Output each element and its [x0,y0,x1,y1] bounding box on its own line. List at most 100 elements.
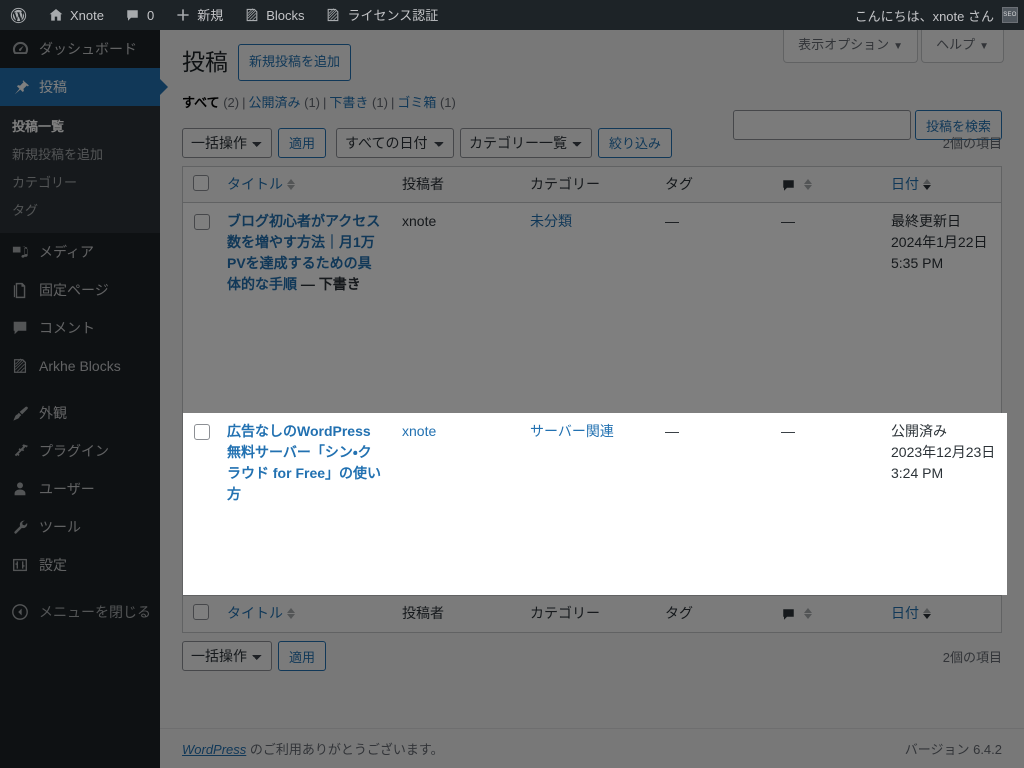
sidebar-item-label: プラグイン [39,443,109,459]
pages-icon [10,280,30,300]
category-link[interactable]: 未分類 [530,213,572,229]
apply-bulk-action-button-top[interactable]: 適用 [278,127,327,158]
adminbar-site-name[interactable]: Xnote [37,0,114,30]
adminbar-blocks[interactable]: Blocks [233,0,314,30]
row-checkbox[interactable] [194,214,210,231]
adminbar-spacer [448,0,854,30]
help-tab[interactable]: ヘルプ ▼ [921,30,1004,63]
column-label-author: 投稿者 [402,175,444,192]
post-state-badge: — 下書き [300,276,361,293]
post-date-time: 3:24 PM [891,486,944,503]
row-select-cell [183,203,217,414]
wordpress-link[interactable]: WordPress [182,742,246,757]
column-label-tags: タグ [665,175,693,192]
screen-options-tab[interactable]: 表示オプション ▼ [783,30,919,63]
column-label-date: 日付 [891,605,919,622]
select-all-checkbox-bottom[interactable] [193,604,209,621]
help-label: ヘルプ [936,37,976,52]
filter-link-draft[interactable]: 下書き [329,95,368,110]
sidebar-separator-bottom [0,584,160,593]
adminbar-wp-logo[interactable] [0,0,37,30]
column-footer-comments[interactable] [771,595,881,633]
adminbar-license[interactable]: ライセンス認証 [315,0,449,30]
sidebar-item-posts[interactable]: 投稿 [0,68,168,106]
column-footer-date[interactable]: 日付 [881,595,1001,633]
sidebar-collapse-menu-button[interactable]: メニューを閉じる [0,593,160,631]
row-title-cell: ブログ初心者がアクセス数を増やす方法｜月1万PVを達成するための具体的な手順 —… [217,203,392,414]
post-title-link[interactable]: 広告なしのWordPress無料サーバー「シン・クラウド for Free」の使… [227,423,381,502]
adminbar-comments[interactable]: 0 [114,0,164,30]
row-date-cell: 公開済み 2023年12月23日 3:24 PM [881,413,1001,596]
arkhe-blocks-icon [325,7,342,24]
sidebar-item-tools[interactable]: ツール [0,508,160,546]
sidebar-item-users[interactable]: ユーザー [0,470,160,508]
row-select-cell [183,413,217,596]
date-filter-select[interactable]: すべての日付 [336,127,455,158]
bulk-action-select-top[interactable]: 一括操作 [182,127,272,158]
sidebar-collapse-label: メニューを閉じる [39,604,151,620]
filter-link-trash[interactable]: ゴミ箱 [397,95,436,110]
column-header-categories: カテゴリー [520,166,655,204]
row-checkbox[interactable] [194,424,210,441]
sidebar-subitem-add-new-post[interactable]: 新規投稿を追加 [0,141,160,169]
select-all-header-bottom [183,595,217,633]
select-all-checkbox-top[interactable] [193,174,209,191]
category-link[interactable]: サーバー関連 [530,423,614,439]
tablenav-top: 一括操作 適用 すべての日付 カテゴリー一覧 絞り込み 2個の項目 [182,127,1002,158]
sidebar-item-appearance[interactable]: 外観 [0,394,160,432]
adminbar-site-label: Xnote [70,7,104,23]
appearance-brush-icon [10,403,30,423]
admin-footer: WordPress のご利用ありがとうございます。 バージョン 6.4.2 [160,728,1024,768]
adminbar-my-account[interactable]: こんにちは、xnote さん SEO [855,0,1024,30]
row-author-cell[interactable]: xnote [392,413,520,596]
column-footer-title[interactable]: タイトル [217,595,392,633]
column-header-tags: タグ [655,166,771,204]
sidebar-item-media[interactable]: メディア [0,233,160,271]
filter-item-all: すべて (2) | [182,90,248,116]
apply-bulk-action-button-bottom[interactable]: 適用 [278,641,327,672]
sidebar-subitem-tags[interactable]: タグ [0,197,160,225]
category-filter-select[interactable]: カテゴリー一覧 [460,127,593,158]
adminbar-comment-count: 0 [146,7,155,23]
post-date-value: 2023年12月23日 [891,444,982,482]
admin-bar: Xnote 0 新規 Blocks ライセンス認証 こんにちは、xnote さん… [0,0,1024,30]
sidebar-item-dashboard[interactable]: ダッシュボード [0,30,160,68]
adminbar-howdy: こんにちは、xnote さん [854,8,994,24]
displaying-num-top: 2個の項目 [942,136,1002,152]
sort-indicator-title [287,178,295,190]
column-header-date[interactable]: 日付 [881,166,1001,204]
footer-thanks: WordPress のご利用ありがとうございます。 [182,739,905,758]
separator: | [323,94,327,110]
column-label-categories: カテゴリー [530,605,600,622]
post-date-status: 公開済み [891,423,947,440]
row-categories-cell: 未分類 [520,203,655,414]
comment-bubble-icon [781,605,800,621]
pin-icon [10,77,30,97]
sidebar-item-label: ダッシュボード [39,41,137,57]
separator: | [390,94,395,110]
sort-indicator-date [923,178,931,190]
adminbar-new-label: 新規 [197,7,224,23]
wordpress-logo-icon [10,7,27,24]
sidebar-item-comments[interactable]: コメント [0,309,160,347]
column-header-comments[interactable] [771,166,881,204]
add-new-post-button[interactable]: 新規投稿を追加 [238,43,352,81]
sort-indicator-date [923,608,931,620]
column-header-title[interactable]: タイトル [217,166,392,204]
filter-button[interactable]: 絞り込み [598,127,673,158]
adminbar-new-content[interactable]: 新規 [164,0,233,30]
sidebar-item-plugins[interactable]: プラグイン [0,432,160,470]
sidebar-subitem-categories[interactable]: カテゴリー [0,169,160,197]
filter-count-all: (2) [223,94,240,110]
sidebar-subitem-all-posts[interactable]: 投稿一覧 [0,113,160,141]
sidebar-item-settings[interactable]: 設定 [0,546,160,584]
bulk-action-select-bottom[interactable]: 一括操作 [182,641,272,672]
sidebar-item-label: メディア [39,244,95,260]
row-author-cell[interactable]: xnote [392,203,520,414]
filter-link-all[interactable]: すべて [182,95,220,110]
comment-bubble-icon [124,7,141,24]
sidebar-item-arkhe-blocks[interactable]: Arkhe Blocks [0,347,160,385]
sidebar-item-pages[interactable]: 固定ページ [0,271,160,309]
sidebar-item-label: コメント [39,320,95,336]
filter-link-published[interactable]: 公開済み [248,95,300,110]
